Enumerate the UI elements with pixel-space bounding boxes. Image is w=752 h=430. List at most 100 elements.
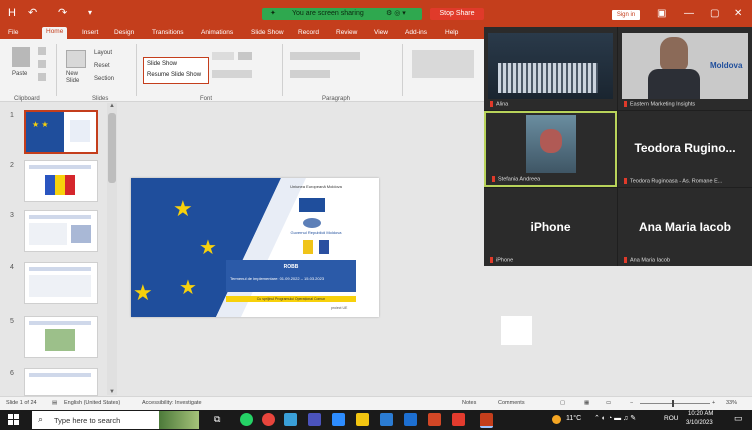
tab-animations[interactable]: Animations — [201, 28, 233, 38]
clock-date[interactable]: 3/10/2023 — [686, 420, 713, 426]
notes-button[interactable]: Notes — [462, 400, 476, 406]
slide-info-box: ROBB Termenul de implementare: 01.09.202… — [226, 260, 356, 292]
powerpoint-icon[interactable] — [428, 413, 441, 426]
stop-share-button[interactable]: Stop Share — [430, 8, 484, 20]
tab-add-ins[interactable]: Add-ins — [405, 28, 427, 38]
format-painter-icon[interactable] — [38, 73, 46, 81]
thumb-number: 4 — [10, 264, 14, 271]
clock-time[interactable]: 10:20 AM — [688, 411, 713, 417]
scrollbar-thumb[interactable] — [108, 113, 116, 183]
file-explorer-icon[interactable] — [356, 413, 369, 426]
tab-transitions[interactable]: Transitions — [152, 28, 184, 38]
tab-view[interactable]: View — [374, 28, 388, 38]
tab-home[interactable]: Home — [42, 27, 68, 39]
slide-thumbnail-4[interactable] — [24, 262, 98, 304]
thumb-header-bar — [29, 165, 91, 169]
participant-tile-2[interactable]: Moldova Eastern Marketing Insights — [618, 27, 752, 110]
tab-file[interactable]: File — [8, 28, 18, 38]
close-button[interactable]: ✕ — [734, 8, 742, 20]
acrobat-icon[interactable] — [452, 413, 465, 426]
accessibility-status[interactable]: Accessibility: Investigate — [142, 400, 202, 406]
thumbnail-scrollbar[interactable]: ▲ ▼ — [107, 103, 117, 395]
slide-show-dropdown[interactable]: Slide Show Resume Slide Show — [143, 57, 209, 84]
paste-button-label[interactable]: Paste — [12, 71, 27, 77]
save-icon[interactable]: H — [8, 6, 16, 20]
notifications-icon[interactable]: ▭ — [734, 413, 743, 424]
zoom-out-icon[interactable]: − — [630, 400, 633, 406]
start-button[interactable] — [8, 414, 19, 425]
participant-tile-3[interactable]: Stefania Andreea — [484, 111, 617, 187]
font-format-icons[interactable] — [212, 70, 252, 78]
tab-review[interactable]: Review — [336, 28, 357, 38]
tab-record[interactable]: Record — [298, 28, 319, 38]
system-tray-icons[interactable]: ⌃ ◐ ◔ ▬ ♫ ✎ — [594, 414, 636, 422]
new-slide-icon[interactable] — [66, 50, 86, 68]
powerpoint-active-icon[interactable] — [480, 413, 493, 428]
minimize-button[interactable]: — — [684, 8, 694, 20]
scroll-up-icon[interactable]: ▲ — [109, 103, 115, 109]
task-view-icon[interactable]: ⧉ — [214, 414, 220, 425]
participant-face — [540, 129, 562, 153]
participant-tile-5[interactable]: iPhone iPhone — [484, 188, 617, 266]
reading-view-icon[interactable]: ▭ — [606, 400, 611, 406]
paragraph-align-icons[interactable] — [290, 70, 330, 78]
tab-slide-show[interactable]: Slide Show — [251, 28, 284, 38]
zoom-app-icon[interactable] — [332, 413, 345, 426]
font-size-box[interactable] — [212, 52, 234, 60]
participant-tile-6[interactable]: Ana Maria Iacob Ana Maria Iacob — [618, 188, 752, 266]
maximize-button[interactable]: ▢ — [710, 8, 719, 20]
slide-thumbnail-3[interactable] — [24, 210, 98, 252]
participant-tile-4[interactable]: Teodora Rugino... Teodora Ruginoasa - As… — [618, 111, 752, 187]
comments-button[interactable]: Comments — [498, 400, 525, 406]
normal-view-icon[interactable]: ▢ — [560, 400, 565, 406]
copy-icon[interactable] — [38, 60, 46, 68]
participant-tile-1[interactable]: Alina — [484, 27, 617, 110]
share-menu-icon[interactable]: ⚙ ◎ ▾ — [386, 8, 406, 20]
section-button[interactable]: Section — [94, 76, 114, 82]
language-indicator[interactable]: English (United States) — [64, 400, 120, 406]
weather-icon[interactable] — [552, 415, 561, 424]
tab-insert[interactable]: Insert — [82, 28, 98, 38]
layout-button[interactable]: Layout — [94, 50, 112, 56]
customize-toolbar-icon[interactable]: ▾ — [88, 6, 92, 20]
sign-in-button[interactable]: Sign in — [612, 10, 640, 20]
slide-show-option[interactable]: Slide Show — [147, 61, 177, 67]
keyboard-language[interactable]: ROU — [664, 415, 678, 422]
shapes-gallery[interactable] — [412, 50, 474, 78]
paragraph-list-icons[interactable] — [290, 52, 360, 60]
zoom-slider-thumb[interactable] — [672, 400, 674, 407]
status-bar: Slide 1 of 24 ▤ English (United States) … — [0, 396, 752, 411]
ribbon-display-icon[interactable]: ▣ — [657, 8, 666, 20]
teams-icon[interactable] — [308, 413, 321, 426]
reset-button[interactable]: Reset — [94, 63, 110, 69]
resume-slide-show-option[interactable]: Resume Slide Show — [147, 72, 201, 78]
zoom-level[interactable]: 33% — [726, 400, 737, 406]
paste-icon[interactable] — [12, 47, 30, 67]
weather-temp[interactable]: 11°C — [566, 415, 581, 422]
outlook-icon[interactable] — [404, 413, 417, 426]
slide-sorter-icon[interactable]: ▦ — [584, 400, 589, 406]
mic-muted-icon — [624, 177, 627, 184]
undo-icon[interactable]: ↶ — [28, 6, 37, 20]
spellcheck-icon[interactable]: ▤ — [52, 400, 57, 406]
new-slide-label[interactable]: New Slide — [66, 71, 90, 85]
tab-help[interactable]: Help — [445, 28, 458, 38]
zoom-slider[interactable] — [640, 400, 710, 407]
redo-icon[interactable]: ↷ — [58, 6, 67, 20]
slide-thumbnail-5[interactable] — [24, 316, 98, 358]
zoom-in-icon[interactable]: + — [712, 400, 715, 406]
scroll-down-icon[interactable]: ▼ — [109, 389, 115, 395]
mic-muted-icon — [624, 100, 627, 107]
edge-icon[interactable] — [284, 413, 297, 426]
slide-thumbnail-1[interactable]: ★ ★ — [24, 110, 98, 154]
tab-design[interactable]: Design — [114, 28, 134, 38]
chrome-icon[interactable] — [262, 413, 275, 426]
font-grow-icon[interactable] — [238, 52, 252, 60]
word-icon[interactable] — [380, 413, 393, 426]
whatsapp-icon[interactable] — [240, 413, 253, 426]
slide-thumbnail-2[interactable] — [24, 160, 98, 202]
taskbar-search-box[interactable]: ⌕ Type here to search — [32, 411, 199, 429]
slide-canvas[interactable]: ★ ★ ★ ★ Uniunea Europeană Moldova Guvern… — [131, 178, 379, 317]
cut-icon[interactable] — [38, 47, 46, 55]
slide-thumbnail-6[interactable] — [24, 368, 98, 396]
